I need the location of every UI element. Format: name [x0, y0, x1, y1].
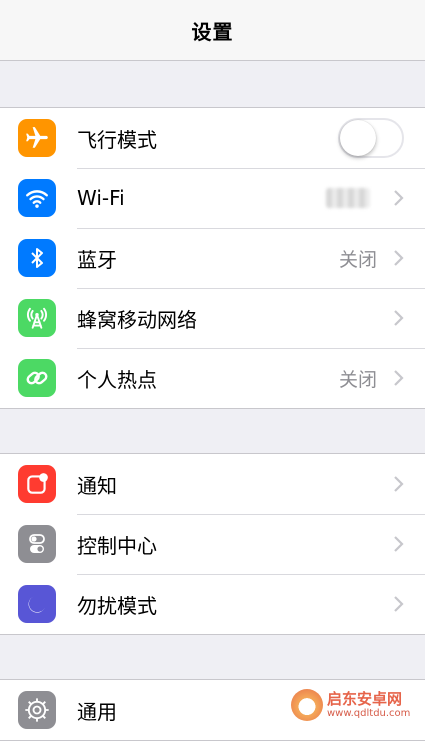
moon-icon: [18, 585, 56, 623]
chevron-right-icon: [394, 250, 404, 266]
general-label: 通用: [77, 699, 117, 724]
navigation-bar: 设置: [0, 0, 425, 61]
bluetooth-status: 关闭: [338, 248, 377, 271]
notification-icon: [18, 465, 56, 503]
toggle-knob: [340, 120, 376, 156]
chevron-right-icon: [394, 476, 404, 492]
settings-row-notifications[interactable]: 通知: [0, 454, 425, 514]
do-not-disturb-label: 勿扰模式: [77, 593, 157, 618]
personal-hotspot-status: 关闭: [338, 368, 377, 391]
settings-row-cellular[interactable]: 蜂窝移动网络: [0, 288, 425, 348]
watermark-text: 启东安卓网: [327, 689, 403, 708]
cellular-label: 蜂窝移动网络: [77, 307, 197, 332]
airplane-mode-label: 飞行模式: [77, 127, 157, 152]
control-center-icon: [18, 525, 56, 563]
wifi-icon: [18, 179, 56, 217]
settings-row-personal-hotspot[interactable]: 个人热点 关闭: [0, 348, 425, 408]
settings-row-airplane-mode[interactable]: 飞行模式: [0, 108, 425, 168]
wifi-network-name-blurred: [326, 188, 370, 208]
chevron-right-icon: [394, 310, 404, 326]
settings-row-bluetooth[interactable]: 蓝牙 关闭: [0, 228, 425, 288]
cellular-antenna-icon: [18, 299, 56, 337]
chevron-right-icon: [394, 536, 404, 552]
watermark-logo-icon: [291, 689, 323, 721]
hotspot-link-icon: [18, 359, 56, 397]
settings-row-do-not-disturb[interactable]: 勿扰模式: [0, 574, 425, 634]
settings-row-wifi[interactable]: Wi-Fi: [0, 168, 425, 228]
chevron-right-icon: [394, 190, 404, 206]
bluetooth-icon: [18, 239, 56, 277]
page-title: 设置: [191, 19, 234, 44]
watermark-url: www.qdltdu.com: [327, 707, 411, 719]
connectivity-group: 飞行模式 Wi-Fi 蓝牙 关闭 蜂窝移动网络 个人热点 关闭: [0, 107, 425, 409]
airplane-icon: [18, 119, 56, 157]
notifications-label: 通知: [77, 473, 117, 498]
bluetooth-label: 蓝牙: [77, 247, 117, 272]
system-group: 通知 控制中心 勿扰模式: [0, 453, 425, 635]
airplane-mode-toggle[interactable]: [338, 118, 404, 158]
control-center-label: 控制中心: [77, 533, 157, 558]
chevron-right-icon: [394, 370, 404, 386]
chevron-right-icon: [394, 596, 404, 612]
personal-hotspot-label: 个人热点: [77, 367, 157, 392]
wifi-label: Wi-Fi: [77, 186, 125, 210]
watermark: 启东安卓网 www.qdltdu.com: [291, 686, 419, 724]
gear-icon: [18, 691, 56, 729]
settings-row-control-center[interactable]: 控制中心: [0, 514, 425, 574]
